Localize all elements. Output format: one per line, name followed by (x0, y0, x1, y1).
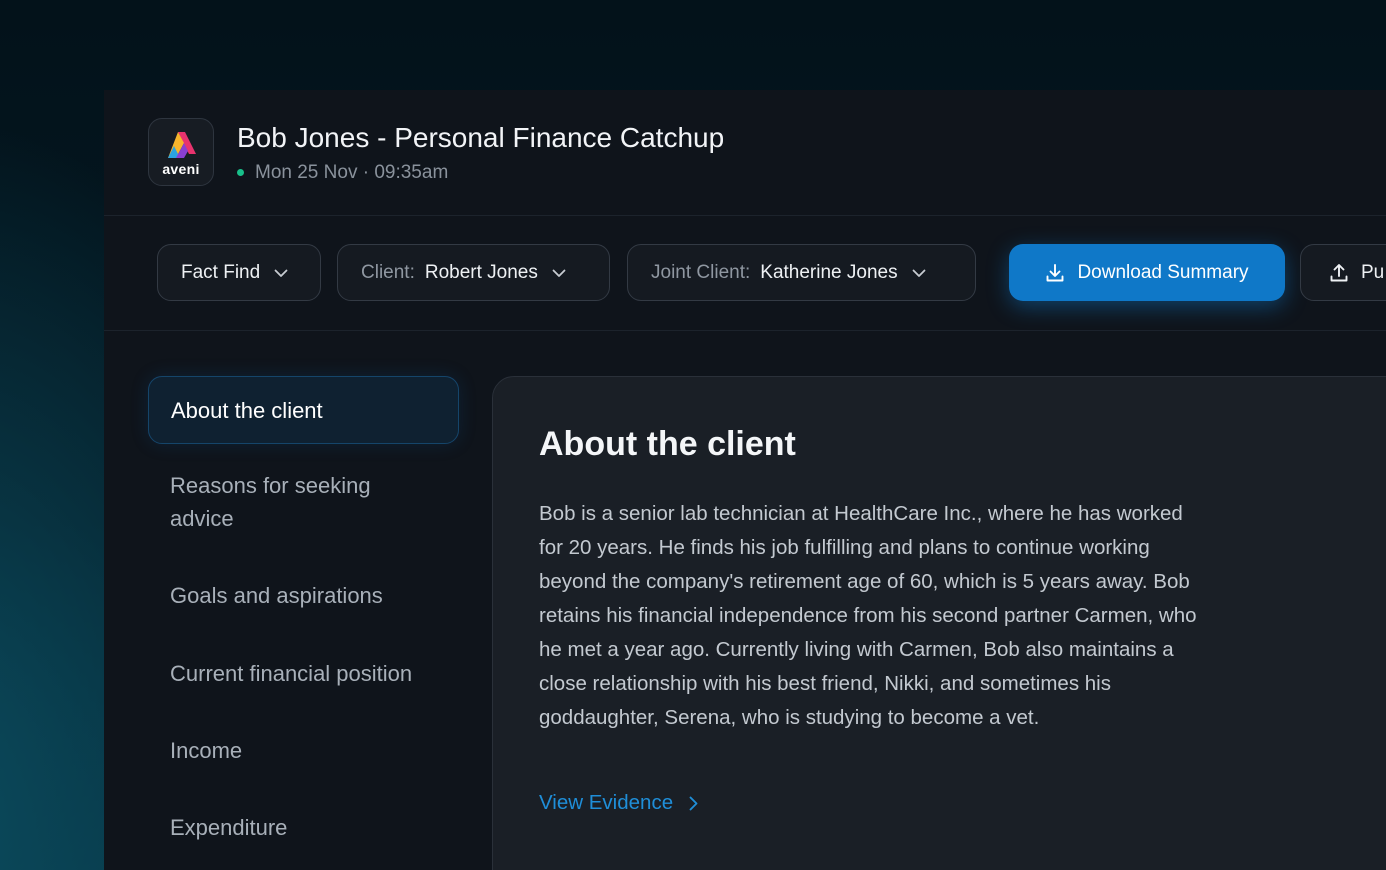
aveni-logo-icon (168, 132, 196, 158)
view-evidence-label: View Evidence (539, 791, 674, 814)
fact-find-dropdown[interactable]: Fact Find (157, 244, 321, 301)
joint-client-label: Joint Client: (651, 261, 751, 283)
page-title: Bob Jones - Personal Finance Catchup (237, 122, 725, 153)
download-summary-label: Download Summary (1077, 261, 1249, 283)
view-evidence-link[interactable]: View Evidence (539, 791, 698, 815)
nav-item-label: Goals and aspirations (170, 583, 383, 608)
nav-item-label: About the client (171, 397, 323, 423)
download-summary-button[interactable]: Download Summary (1009, 244, 1285, 301)
chevron-down-icon (912, 262, 926, 284)
client-dropdown[interactable]: Client: Robert Jones (337, 244, 610, 301)
section-title: About the client (539, 425, 796, 463)
nav-item-income[interactable]: Income (148, 734, 459, 767)
header: aveni Bob Jones - Personal Finance Catch… (104, 90, 1386, 216)
nav-item-reasons-for-seeking-advice[interactable]: Reasons for seeking advice (148, 469, 408, 535)
nav-item-label: Reasons for seeking advice (170, 473, 371, 531)
meeting-meta: Mon 25 Nov · 09:35am (237, 162, 448, 184)
chevron-down-icon (274, 262, 288, 284)
publish-label: Pu (1361, 261, 1385, 283)
section-panel: About the client Bob is a senior lab tec… (492, 376, 1386, 870)
nav-item-current-financial-position[interactable]: Current financial position (148, 657, 459, 690)
app-window: aveni Bob Jones - Personal Finance Catch… (104, 90, 1386, 870)
chevron-down-icon (552, 262, 566, 284)
publish-button[interactable]: Pu (1300, 244, 1386, 301)
status-dot-icon (237, 168, 244, 176)
joint-client-dropdown[interactable]: Joint Client: Katherine Jones (627, 244, 976, 301)
fact-find-label: Fact Find (181, 261, 261, 283)
download-icon (1047, 263, 1064, 281)
nav-item-label: Current financial position (170, 661, 413, 686)
nav-item-about-the-client[interactable]: About the client (148, 376, 459, 444)
nav-item-expenditure[interactable]: Expenditure (148, 811, 459, 844)
upload-icon (1330, 263, 1348, 281)
toolbar: Fact Find Client: Robert Jones Joint Cli… (104, 216, 1386, 331)
section-body: Bob is a senior lab technician at Health… (539, 502, 1197, 729)
meeting-time: Mon 25 Nov · 09:35am (255, 162, 449, 183)
nav-item-goals-and-aspirations[interactable]: Goals and aspirations (148, 579, 459, 612)
logo-wordmark: aveni (162, 161, 200, 177)
nav-item-label: Expenditure (170, 815, 288, 840)
client-label: Client: (361, 261, 415, 283)
client-value: Robert Jones (424, 261, 538, 283)
aveni-logo: aveni (148, 118, 214, 186)
joint-client-value: Katherine Jones (760, 261, 898, 283)
chevron-right-icon (689, 796, 698, 810)
nav-item-label: Income (170, 738, 243, 763)
